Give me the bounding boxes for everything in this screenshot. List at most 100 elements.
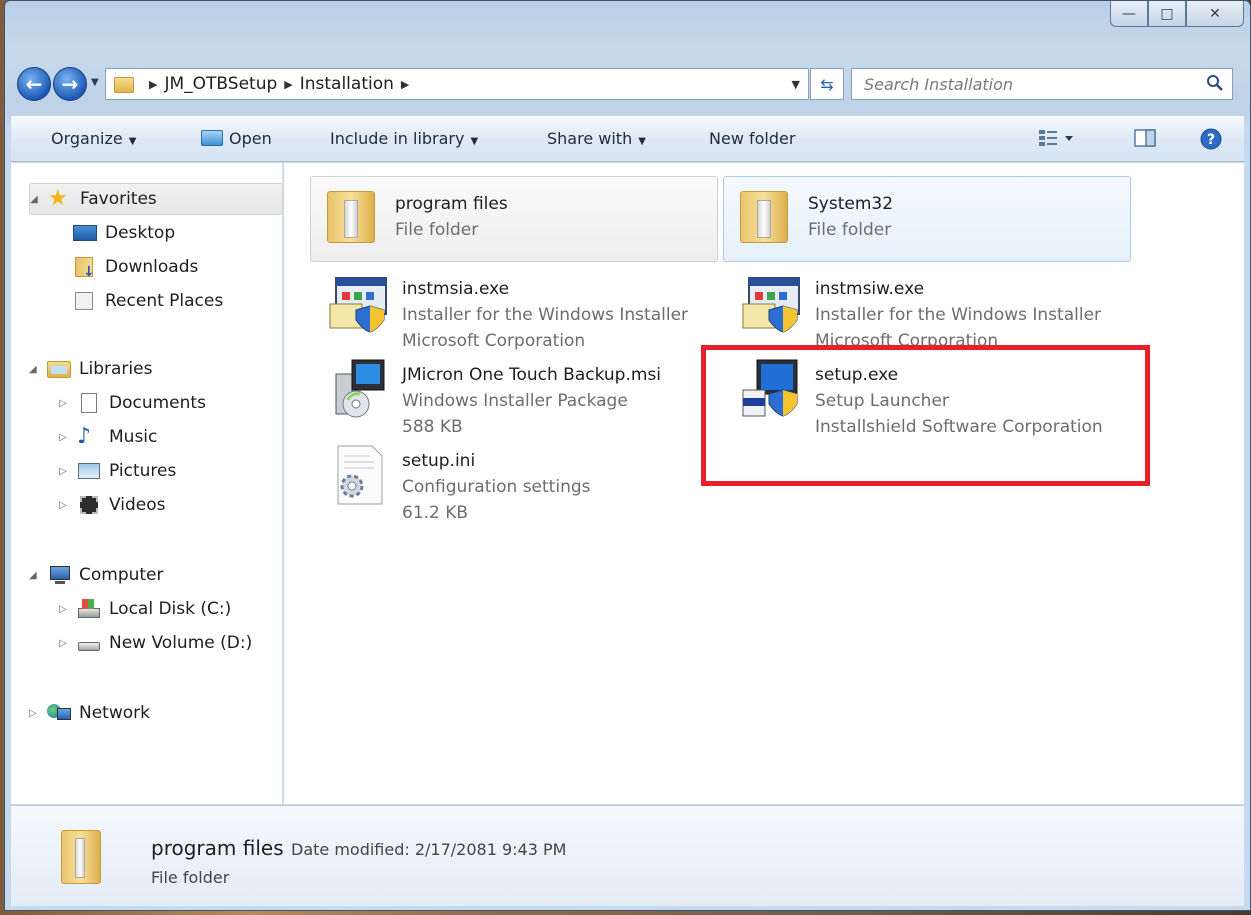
- folder-icon: [319, 185, 383, 249]
- drive-icon: [77, 632, 101, 654]
- new-folder-label: New folder: [709, 129, 796, 148]
- include-in-library-label: Include in library: [330, 129, 465, 148]
- maximize-button[interactable]: □: [1148, 1, 1186, 27]
- address-dropdown-icon[interactable]: ▼: [792, 78, 800, 91]
- refresh-button[interactable]: ⇆: [810, 68, 844, 100]
- refresh-icon: ⇆: [820, 74, 834, 94]
- collapse-icon[interactable]: ◢: [29, 364, 43, 375]
- installer-exe-icon: [739, 270, 803, 334]
- sidebar-item-label: Desktop: [105, 223, 176, 243]
- collapse-icon[interactable]: ◢: [29, 570, 43, 581]
- command-toolbar: Organize ▼ Open Include in library ▼ Share…: [11, 116, 1244, 162]
- installer-exe-icon: [326, 270, 390, 334]
- recent-places-icon: [73, 290, 97, 312]
- change-view-button[interactable]: [1037, 127, 1077, 153]
- sidebar-item-label: Documents: [109, 393, 206, 413]
- breadcrumb-jm-otbsetup[interactable]: JM_OTBSetup: [164, 74, 277, 94]
- file-type: File folder: [808, 220, 892, 240]
- sidebar-group-label: Computer: [79, 565, 164, 585]
- expand-icon[interactable]: ▷: [59, 638, 73, 649]
- file-item-setup-ini[interactable]: setup.ini Configuration settings 61.2 KB: [310, 434, 718, 523]
- sidebar-item-desktop[interactable]: Desktop: [73, 217, 175, 249]
- title-bar[interactable]: — □ ✕: [5, 1, 1250, 53]
- sidebar-item-recent-places[interactable]: Recent Places: [73, 285, 223, 317]
- file-type: File folder: [395, 220, 479, 240]
- star-icon: ★: [48, 186, 68, 211]
- pictures-icon: [77, 460, 101, 482]
- file-description: Installer for the Windows Installer: [402, 305, 689, 325]
- back-arrow-icon: ←: [25, 72, 43, 96]
- new-folder-button[interactable]: New folder: [709, 129, 795, 148]
- sidebar-item-downloads[interactable]: ↓ Downloads: [73, 251, 198, 283]
- sidebar-item-label: Downloads: [105, 257, 199, 277]
- forward-button[interactable]: →: [53, 67, 87, 101]
- sidebar-item-documents[interactable]: ▷ Documents: [59, 387, 206, 419]
- sidebar-item-videos[interactable]: ▷ Videos: [59, 489, 166, 521]
- help-button[interactable]: ?: [1199, 127, 1223, 155]
- close-button[interactable]: ✕: [1186, 1, 1244, 27]
- sidebar-group-label: Libraries: [79, 359, 153, 379]
- breadcrumb-installation[interactable]: Installation: [300, 74, 394, 94]
- share-with-label: Share with: [547, 129, 633, 148]
- file-item-program-files[interactable]: program files File folder: [310, 176, 718, 262]
- local-disk-icon: [77, 598, 101, 620]
- file-item-jmicron-msi[interactable]: JMicron One Touch Backup.msi Windows Ins…: [310, 348, 718, 437]
- expand-icon[interactable]: ▷: [59, 500, 73, 511]
- preview-pane-button[interactable]: [1133, 127, 1157, 153]
- folder-icon: [732, 185, 796, 249]
- sidebar-item-music[interactable]: ▷ ♪ Music: [59, 421, 157, 453]
- include-in-library-button[interactable]: Include in library ▼: [330, 129, 478, 148]
- chevron-down-icon: ▼: [128, 136, 137, 147]
- expand-icon[interactable]: ▷: [59, 432, 73, 443]
- open-folder-icon: [201, 130, 223, 146]
- svg-text:?: ?: [1207, 132, 1215, 148]
- sidebar-group-label: Network: [79, 703, 150, 723]
- breadcrumb-separator[interactable]: ▶: [149, 78, 157, 91]
- sidebar-group-label: Favorites: [80, 189, 157, 209]
- libraries-icon: [47, 358, 71, 380]
- navigation-bar: ← → ▼ ▶ JM_OTBSetup ▶ Installation ▶ ▼ ⇆…: [5, 59, 1250, 109]
- expand-icon[interactable]: ▷: [59, 466, 73, 477]
- sidebar-group-network[interactable]: ▷ Network: [29, 697, 150, 729]
- search-icon[interactable]: [1206, 74, 1224, 92]
- expand-icon[interactable]: ▷: [59, 398, 73, 409]
- breadcrumb-separator[interactable]: ▶: [401, 78, 409, 91]
- recent-pages-dropdown[interactable]: ▼: [91, 77, 99, 88]
- expand-icon[interactable]: ▷: [29, 708, 43, 719]
- details-file-type: File folder: [151, 868, 230, 887]
- documents-icon: [77, 392, 101, 414]
- folder-icon: [61, 826, 109, 888]
- breadcrumb-separator[interactable]: ▶: [284, 78, 292, 91]
- sidebar-item-pictures[interactable]: ▷ Pictures: [59, 455, 176, 487]
- file-name: setup.ini: [402, 451, 476, 471]
- computer-icon: [47, 564, 71, 586]
- file-description: Installer for the Windows Installer: [815, 305, 1102, 325]
- details-pane: program files Date modified: 2/17/2081 9…: [11, 805, 1244, 906]
- sidebar-item-local-disk-c[interactable]: ▷ Local Disk (C:): [59, 593, 231, 625]
- open-button[interactable]: Open: [201, 129, 272, 148]
- file-item-instmsiw[interactable]: instmsiw.exe Installer for the Windows I…: [723, 262, 1143, 351]
- collapse-icon[interactable]: ◢: [30, 194, 44, 205]
- search-placeholder: Search Installation: [864, 74, 1014, 94]
- file-item-system32[interactable]: System32 File folder: [723, 176, 1131, 262]
- address-bar[interactable]: ▶ JM_OTBSetup ▶ Installation ▶ ▼: [105, 68, 809, 100]
- details-date-modified: Date modified: 2/17/2081 9:43 PM: [291, 840, 567, 859]
- sidebar-group-favorites[interactable]: ◢ ★ Favorites: [29, 183, 283, 215]
- organize-label: Organize: [51, 129, 123, 148]
- share-with-button[interactable]: Share with ▼: [547, 129, 646, 148]
- expand-icon[interactable]: ▷: [59, 604, 73, 615]
- search-input[interactable]: Search Installation: [851, 68, 1233, 100]
- file-item-instmsia[interactable]: instmsia.exe Installer for the Windows I…: [310, 262, 718, 351]
- help-icon: ?: [1200, 128, 1222, 150]
- minimize-button[interactable]: —: [1110, 1, 1148, 27]
- sidebar-item-new-volume-d[interactable]: ▷ New Volume (D:): [59, 627, 252, 659]
- sidebar-item-label: Videos: [109, 495, 166, 515]
- folder-icon: [114, 75, 136, 93]
- forward-arrow-icon: →: [61, 72, 79, 96]
- sidebar-group-libraries[interactable]: ◢ Libraries: [29, 353, 152, 385]
- organize-button[interactable]: Organize ▼: [51, 129, 136, 148]
- sidebar-group-computer[interactable]: ◢ Computer: [29, 559, 164, 591]
- back-button[interactable]: ←: [17, 67, 51, 101]
- sidebar-item-label: Recent Places: [105, 291, 224, 311]
- music-icon: ♪: [77, 424, 92, 449]
